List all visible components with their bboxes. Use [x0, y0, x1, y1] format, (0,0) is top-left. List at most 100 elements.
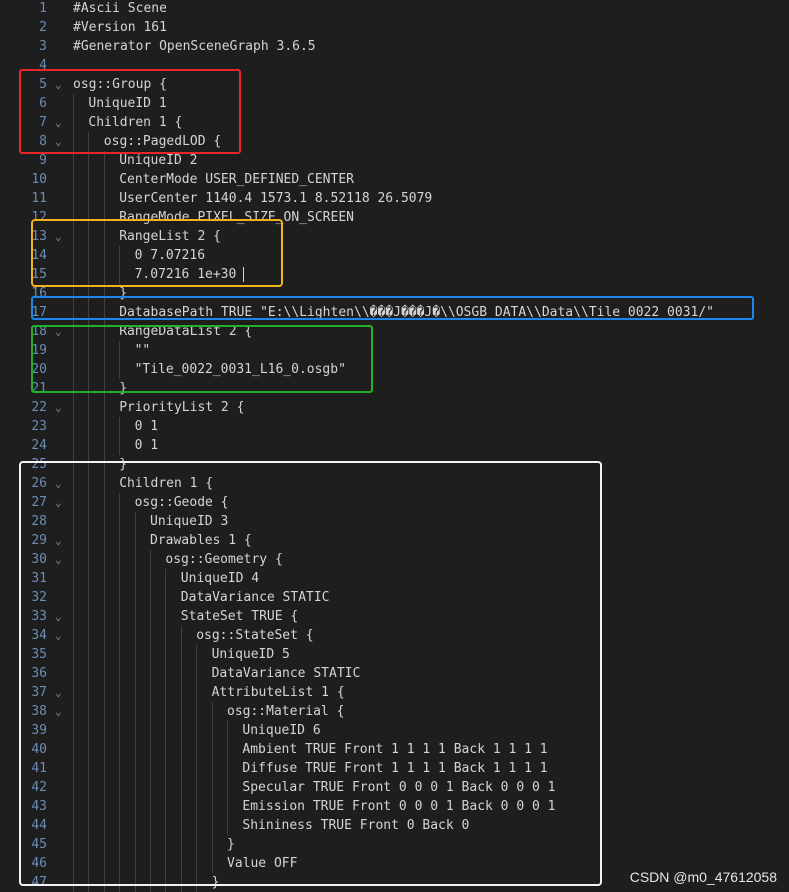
code-line[interactable]: 15 7.07216 1e+30 [0, 265, 789, 284]
code-line[interactable]: 38 ⌄ osg::Material { [0, 702, 789, 721]
chevron-down-icon[interactable]: ⌄ [55, 702, 65, 721]
indent-guide [103, 873, 105, 892]
code-line[interactable]: 19 "" [0, 341, 789, 360]
code-line[interactable]: 8 ⌄ osg::PagedLOD { [0, 132, 789, 151]
chevron-down-icon[interactable]: ⌄ [55, 626, 65, 645]
indent-guide [227, 740, 228, 759]
code-text: #Ascii Scene [73, 1, 167, 16]
code-line[interactable]: 37 ⌄ AttributeList 1 { [0, 683, 789, 702]
code-line[interactable]: 39 UniqueID 6 [0, 721, 789, 740]
indent-guide [119, 493, 121, 512]
code-line[interactable]: 18 ⌄ RangeDataList 2 { [0, 322, 789, 341]
code-line[interactable]: 31 UniqueID 4 [0, 569, 789, 588]
indent-guide [119, 512, 121, 531]
code-line[interactable]: 22 ⌄ PriorityList 2 { [0, 398, 789, 417]
code-line[interactable]: 1 #Ascii Scene [0, 0, 789, 18]
indent-guide [134, 702, 136, 721]
code-line[interactable]: 9 UniqueID 2 [0, 151, 789, 170]
indent-guide [103, 550, 105, 569]
line-number: 30 [31, 552, 47, 567]
code-line[interactable]: 11 UserCenter 1140.4 1573.1 8.52118 26.50… [0, 189, 789, 208]
chevron-down-icon[interactable]: ⌄ [55, 493, 65, 512]
code-line[interactable]: 12 RangeMode PIXEL_SIZE_ON_SCREEN [0, 208, 789, 227]
chevron-down-icon[interactable]: ⌄ [55, 322, 65, 341]
code-line[interactable]: 40 Ambient TRUE Front 1 1 1 1 Back 1 1 1 … [0, 740, 789, 759]
code-text: osg::Geometry { [165, 552, 283, 567]
code-line[interactable]: 25} [0, 455, 789, 474]
code-line[interactable]: 41 Diffuse TRUE Front 1 1 1 1 Back 1 1 1 … [0, 759, 789, 778]
chevron-down-icon[interactable]: ⌄ [55, 474, 65, 493]
line-number: 23 [31, 419, 47, 434]
code-line[interactable]: 30 ⌄ osg::Geometry { [0, 550, 789, 569]
indent-guide [119, 531, 121, 550]
indent-guide [119, 816, 121, 835]
chevron-down-icon[interactable]: ⌄ [55, 132, 65, 151]
code-line[interactable]: 14 0 7.07216 [0, 246, 789, 265]
chevron-down-icon[interactable]: ⌄ [55, 550, 65, 569]
code-line[interactable]: 42 Specular TRUE Front 0 0 0 1 Back 0 0 0… [0, 778, 789, 797]
code-line[interactable]: 10 CenterMode USER_DEFINED_CENTER [0, 170, 789, 189]
code-line[interactable]: 26 ⌄ Children 1 { [0, 474, 789, 493]
code-line[interactable]: 34 ⌄ osg::StateSet { [0, 626, 789, 645]
indent-guide [119, 607, 121, 626]
indent-guide [73, 778, 74, 797]
chevron-down-icon[interactable]: ⌄ [55, 398, 65, 417]
indent-guide [196, 816, 198, 835]
code-line[interactable]: 45} [0, 835, 789, 854]
code-line[interactable]: 6 UniqueID 1 [0, 94, 789, 113]
indent-guide [134, 759, 136, 778]
code-line[interactable]: 28 UniqueID 3 [0, 512, 789, 531]
code-line[interactable]: 4 [0, 56, 789, 75]
chevron-down-icon[interactable]: ⌄ [55, 227, 65, 246]
indent-guide [180, 873, 182, 892]
chevron-down-icon[interactable]: ⌄ [55, 607, 65, 626]
code-line[interactable]: 7 ⌄ Children 1 { [0, 113, 789, 132]
line-number: 46 [31, 856, 47, 871]
code-line[interactable]: 21} [0, 379, 789, 398]
indent-guide [73, 550, 74, 569]
code-line[interactable]: 27 ⌄ osg::Geode { [0, 493, 789, 512]
code-line[interactable]: 36 DataVariance STATIC [0, 664, 789, 683]
chevron-down-icon[interactable]: ⌄ [55, 75, 65, 94]
code-line[interactable]: 32 DataVariance STATIC [0, 588, 789, 607]
indent-guide [196, 740, 198, 759]
code-line[interactable]: 3 #Generator OpenSceneGraph 3.6.5 [0, 37, 789, 56]
code-line[interactable]: 44 Shininess TRUE Front 0 Back 0 [0, 816, 789, 835]
code-line[interactable]: 43 Emission TRUE Front 0 0 0 1 Back 0 0 0… [0, 797, 789, 816]
code-line[interactable]: 13 ⌄ RangeList 2 { [0, 227, 789, 246]
chevron-down-icon[interactable]: ⌄ [55, 531, 65, 550]
indent-guide [196, 721, 198, 740]
code-line[interactable]: 5 ⌄ osg::Group { [0, 75, 789, 94]
chevron-down-icon[interactable]: ⌄ [55, 683, 65, 702]
code-line[interactable]: 2 #Version 161 [0, 18, 789, 37]
line-number: 24 [31, 438, 47, 453]
code-editor[interactable]: 1 #Ascii Scene 2 #Version 161 3 #Generator Op… [0, 0, 789, 892]
code-line[interactable]: 29 ⌄ Drawables 1 { [0, 531, 789, 550]
chevron-down-icon[interactable]: ⌄ [55, 113, 65, 132]
code-text: 7.07216 1e+30 [134, 267, 237, 282]
indent-guide [119, 360, 121, 379]
code-line[interactable]: 23 0 1 [0, 417, 789, 436]
indent-guide [73, 379, 74, 398]
indent-guide [196, 645, 198, 664]
indent-guide [150, 873, 151, 892]
indent-guide [134, 778, 136, 797]
line-number: 22 [31, 400, 47, 415]
code-line[interactable]: 35 UniqueID 5 [0, 645, 789, 664]
code-line[interactable]: 33 ⌄ StateSet TRUE { [0, 607, 789, 626]
code-line[interactable]: 20 "Tile_0022_0031_L16_0.osgb" [0, 360, 789, 379]
code-text: AttributeList 1 { [211, 685, 345, 700]
code-text: Emission TRUE Front 0 0 0 1 Back 0 0 0 1 [242, 799, 556, 814]
indent-guide [211, 721, 213, 740]
indent-guide [119, 759, 121, 778]
indent-guide [165, 778, 167, 797]
indent-guide [165, 873, 167, 892]
code-text: osg::Geode { [134, 495, 229, 510]
code-line[interactable]: 16} [0, 284, 789, 303]
line-number: 21 [31, 381, 47, 396]
code-line[interactable]: 24 0 1 [0, 436, 789, 455]
indent-guide [165, 645, 167, 664]
line-number: 16 [31, 286, 47, 301]
code-line[interactable]: 17 DatabasePath TRUE "E:\\Lighten\\���J��… [0, 303, 789, 322]
code-text: } [211, 875, 220, 890]
